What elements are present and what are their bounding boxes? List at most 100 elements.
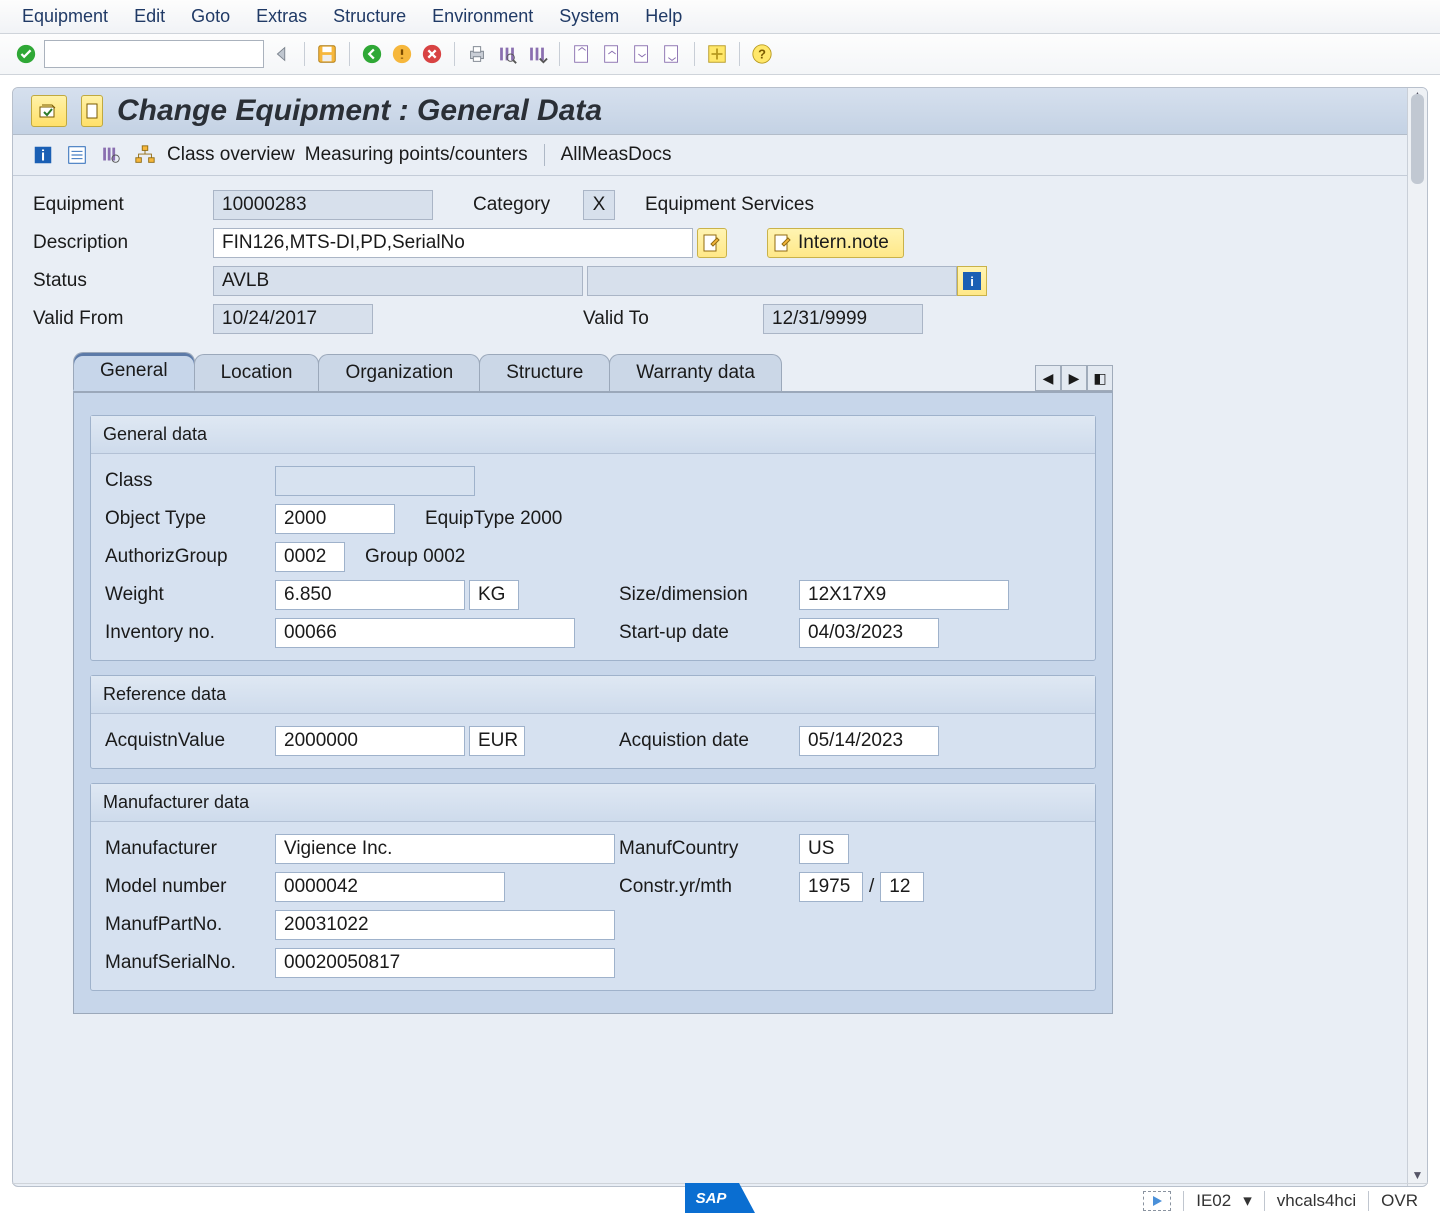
menu-edit[interactable]: Edit — [134, 6, 165, 27]
tab-scroll-left[interactable]: ◀ — [1035, 365, 1061, 391]
menu-equipment[interactable]: Equipment — [22, 6, 108, 27]
vertical-scrollbar[interactable]: ▲ ▼ — [1407, 88, 1427, 1186]
group-manufacturer-data-title: Manufacturer data — [91, 784, 1095, 822]
equipment-label: Equipment — [33, 194, 213, 216]
tab-structure[interactable]: Structure — [479, 354, 610, 391]
list-icon[interactable] — [65, 143, 89, 167]
equipment-value: 10000283 — [213, 190, 433, 220]
class-overview-link[interactable]: Class overview — [167, 144, 295, 166]
weight-unit-input[interactable]: KG — [469, 580, 519, 610]
command-field[interactable] — [44, 40, 264, 68]
startup-input[interactable]: 04/03/2023 — [799, 618, 939, 648]
object-type-text: EquipType 2000 — [425, 508, 562, 530]
status-label: Status — [33, 270, 213, 292]
tab-panel-general: General data Class Object Type 2000 Equi… — [73, 391, 1113, 1014]
svg-text:SAP: SAP — [696, 1190, 728, 1207]
acquistn-date-input[interactable]: 05/14/2023 — [799, 726, 939, 756]
info-icon[interactable]: i — [31, 143, 55, 167]
cancel-icon[interactable] — [420, 42, 444, 66]
constr-year-input[interactable]: 1975 — [799, 872, 863, 902]
object-type-input[interactable]: 2000 — [275, 504, 395, 534]
startup-label: Start-up date — [619, 622, 799, 644]
help-icon[interactable]: ? — [750, 42, 774, 66]
find-icon[interactable] — [495, 42, 519, 66]
status-separator — [1183, 1191, 1184, 1211]
valid-from-label: Valid From — [33, 308, 213, 330]
tab-general[interactable]: General — [73, 352, 195, 391]
toolbar-separator — [454, 42, 455, 66]
new-session-icon[interactable] — [705, 42, 729, 66]
size-input[interactable]: 12X17X9 — [799, 580, 1009, 610]
svg-text:i: i — [970, 274, 974, 289]
status-extra — [587, 266, 957, 296]
authgroup-input[interactable]: 0002 — [275, 542, 345, 572]
scroll-thumb[interactable] — [1411, 94, 1424, 184]
status-tcode: IE02 — [1196, 1191, 1231, 1211]
group-general-data-title: General data — [91, 416, 1095, 454]
menu-goto[interactable]: Goto — [191, 6, 230, 27]
back-icon[interactable] — [360, 42, 384, 66]
inventory-label: Inventory no. — [105, 622, 275, 644]
manuf-country-input[interactable]: US — [799, 834, 849, 864]
valid-to-label: Valid To — [583, 308, 763, 330]
acquistn-currency-input[interactable]: EUR — [469, 726, 525, 756]
model-number-input[interactable]: 0000042 — [275, 872, 505, 902]
manuf-partno-input[interactable]: 20031022 — [275, 910, 615, 940]
manufacturer-input[interactable]: Vigience Inc. — [275, 834, 615, 864]
description-label: Description — [33, 232, 213, 254]
hierarchy-icon[interactable] — [133, 143, 157, 167]
weight-input[interactable]: 6.850 — [275, 580, 465, 610]
prev-page-icon[interactable] — [600, 42, 624, 66]
title-button-1[interactable] — [31, 95, 67, 127]
intern-note-button[interactable]: Intern.note — [767, 228, 904, 258]
size-label: Size/dimension — [619, 584, 799, 606]
measuring-points-link[interactable]: Measuring points/counters — [305, 144, 528, 166]
status-dropdown-icon[interactable]: ▾ — [1243, 1191, 1252, 1211]
menu-extras[interactable]: Extras — [256, 6, 307, 27]
save-icon[interactable] — [315, 42, 339, 66]
search-multi-icon[interactable] — [99, 143, 123, 167]
category-text: Equipment Services — [645, 194, 814, 216]
status-play-button[interactable] — [1143, 1191, 1171, 1211]
status-value: AVLB — [213, 266, 583, 296]
model-number-label: Model number — [105, 876, 275, 898]
menu-environment[interactable]: Environment — [432, 6, 533, 27]
title-button-2[interactable] — [81, 95, 103, 127]
description-input[interactable]: FIN126,MTS-DI,PD,SerialNo — [213, 228, 693, 258]
exit-icon[interactable] — [390, 42, 414, 66]
constr-month-input[interactable]: 12 — [880, 872, 924, 902]
valid-to-value: 12/31/9999 — [763, 304, 923, 334]
find-next-icon[interactable] — [525, 42, 549, 66]
tab-scroll-right[interactable]: ▶ — [1061, 365, 1087, 391]
last-page-icon[interactable] — [660, 42, 684, 66]
tab-organization[interactable]: Organization — [318, 354, 480, 391]
constr-slash: / — [869, 876, 874, 898]
group-reference-data-title: Reference data — [91, 676, 1095, 714]
constr-label: Constr.yr/mth — [619, 876, 799, 898]
tab-strip: General Location Organization Structure … — [73, 352, 1113, 391]
tab-warranty[interactable]: Warranty data — [609, 354, 782, 391]
intern-note-label: Intern.note — [798, 232, 889, 254]
manuf-serial-input[interactable]: 00020050817 — [275, 948, 615, 978]
group-manufacturer-data: Manufacturer data Manufacturer Vigience … — [90, 783, 1096, 991]
first-page-icon[interactable] — [570, 42, 594, 66]
menu-structure[interactable]: Structure — [333, 6, 406, 27]
acquistn-value-input[interactable]: 2000000 — [275, 726, 465, 756]
menu-system[interactable]: System — [559, 6, 619, 27]
tab-location[interactable]: Location — [194, 354, 320, 391]
print-icon[interactable] — [465, 42, 489, 66]
enter-icon[interactable] — [14, 42, 38, 66]
menu-help[interactable]: Help — [645, 6, 682, 27]
svg-text:i: i — [41, 149, 45, 165]
status-info-button[interactable]: i — [957, 266, 987, 296]
inventory-input[interactable]: 00066 — [275, 618, 575, 648]
authgroup-text: Group 0002 — [365, 546, 465, 568]
next-page-icon[interactable] — [630, 42, 654, 66]
header-form: Equipment 10000283 Category X Equipment … — [13, 176, 1427, 348]
long-text-button[interactable] — [697, 228, 727, 258]
back-triangle-icon[interactable] — [270, 42, 294, 66]
category-code: X — [583, 190, 615, 220]
tab-list-button[interactable]: ◧ — [1087, 365, 1113, 391]
toolbar-separator — [349, 42, 350, 66]
allmeasdocs-link[interactable]: AllMeasDocs — [561, 144, 672, 166]
